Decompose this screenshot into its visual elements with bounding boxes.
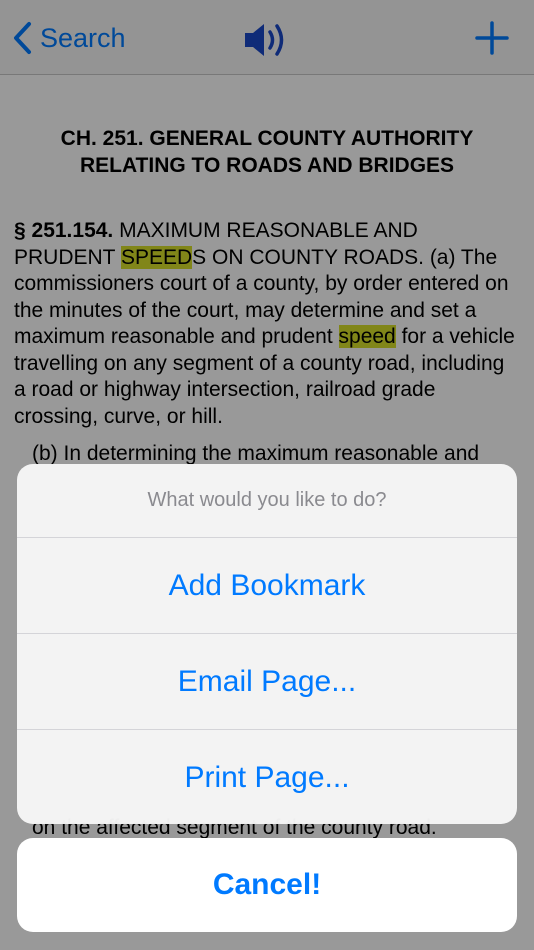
print-page-button[interactable]: Print Page... bbox=[17, 730, 517, 824]
screen: Search CH. 251. GENERAL COUNTY AUTHORITY… bbox=[0, 0, 534, 950]
email-page-button[interactable]: Email Page... bbox=[17, 634, 517, 730]
action-sheet: What would you like to do? Add Bookmark … bbox=[17, 464, 517, 824]
cancel-button[interactable]: Cancel! bbox=[17, 838, 517, 932]
add-bookmark-button[interactable]: Add Bookmark bbox=[17, 538, 517, 634]
action-sheet-title: What would you like to do? bbox=[17, 464, 517, 538]
